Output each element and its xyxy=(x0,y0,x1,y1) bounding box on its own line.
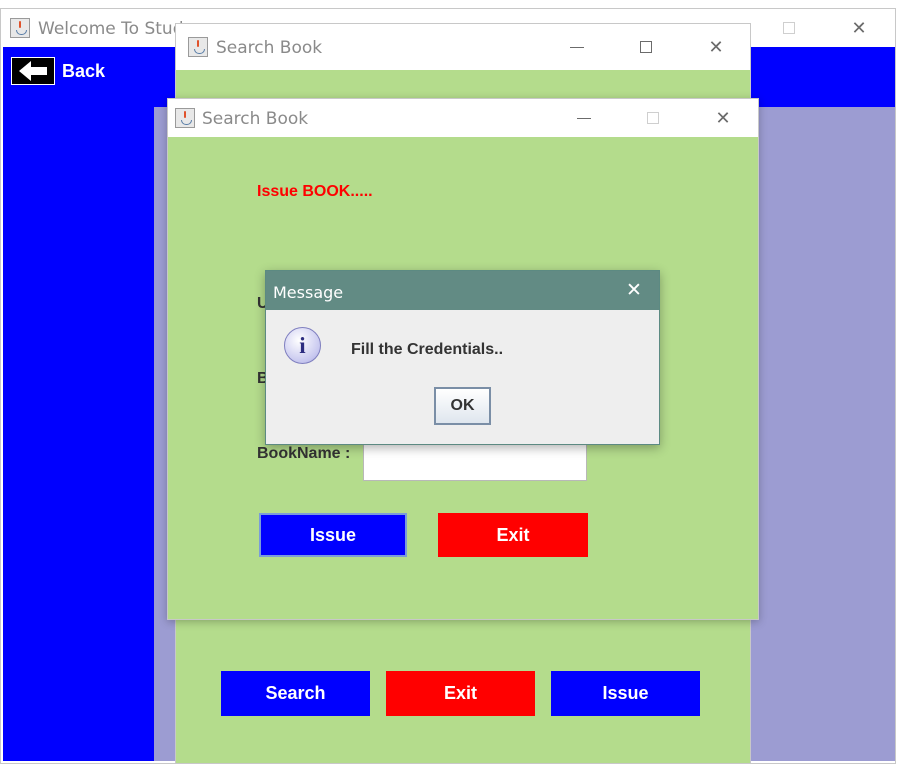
book-name-label: BookName : xyxy=(257,445,351,462)
message-title: Message xyxy=(273,283,344,302)
ok-button[interactable]: OK xyxy=(434,387,491,425)
message-text: Fill the Credentials.. xyxy=(351,341,504,358)
maximize-button[interactable] xyxy=(623,32,669,62)
close-button[interactable]: ✕ xyxy=(616,275,652,305)
java-icon xyxy=(175,108,195,128)
minimize-button[interactable] xyxy=(561,103,607,133)
close-button[interactable]: ✕ xyxy=(693,32,739,62)
search-window-title: Search Book xyxy=(216,38,323,58)
main-sidebar xyxy=(3,107,154,761)
search-button[interactable]: Search xyxy=(221,671,370,716)
info-icon: i xyxy=(284,327,321,364)
close-button[interactable]: ✕ xyxy=(836,13,882,43)
exit-button[interactable]: Exit xyxy=(386,671,535,716)
back-label: Back xyxy=(62,61,106,81)
maximize-button[interactable] xyxy=(630,103,676,133)
issue-exit-button[interactable]: Exit xyxy=(438,513,588,557)
maximize-button[interactable] xyxy=(766,13,812,43)
java-icon xyxy=(10,18,30,38)
back-arrow-icon xyxy=(11,57,55,85)
main-window-title: Welcome To Stud xyxy=(38,19,184,39)
search-titlebar: Search Book ✕ xyxy=(176,24,750,70)
java-icon xyxy=(188,37,208,57)
message-titlebar: Message ✕ xyxy=(266,271,659,310)
issue-heading: Issue BOOK..... xyxy=(257,183,373,200)
issue-titlebar: Search Book ✕ xyxy=(168,99,758,137)
issue-window-title: Search Book xyxy=(202,109,309,129)
message-dialog: Message ✕ i Fill the Credentials.. OK xyxy=(265,270,660,445)
issue-submit-button[interactable]: Issue xyxy=(259,513,407,557)
minimize-button[interactable] xyxy=(554,32,600,62)
close-button[interactable]: ✕ xyxy=(700,103,746,133)
back-button[interactable]: Back xyxy=(11,55,131,87)
book-name-input[interactable] xyxy=(363,442,587,481)
issue-button[interactable]: Issue xyxy=(551,671,700,716)
